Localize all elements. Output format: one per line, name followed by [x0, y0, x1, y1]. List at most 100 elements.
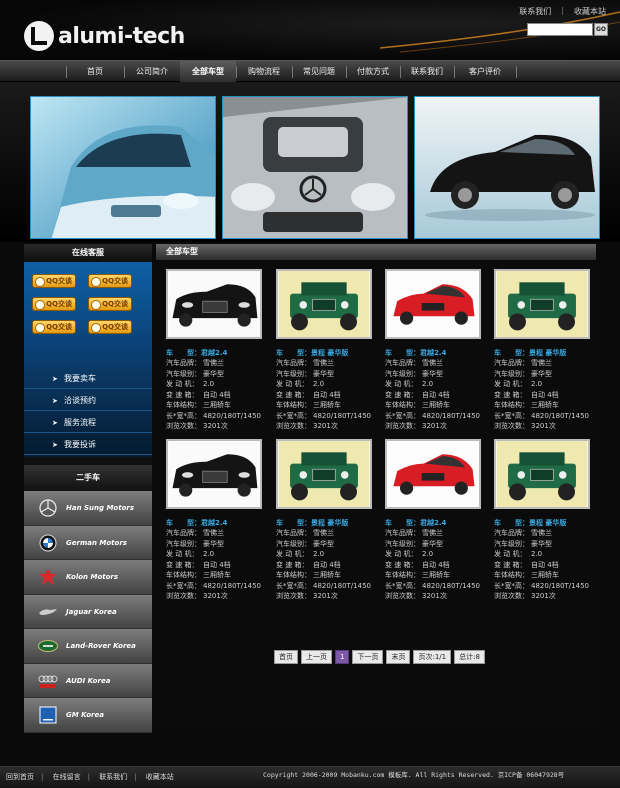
pager-page-info: 页次:1/1	[413, 650, 452, 664]
pager-current-page[interactable]: 1	[335, 650, 350, 664]
menu-item-service-process[interactable]: ➤ 服务流程	[24, 413, 152, 433]
qq-chat-button[interactable]: QQ交谈	[88, 274, 132, 288]
nav-item-faq[interactable]: 常见问题	[292, 61, 346, 83]
car-card[interactable]: 车 型：君越2.4 汽车品牌： 雪佛兰 汽车级别： 豪华型发 动 机： 2.0 变 速 箱：…	[166, 269, 266, 432]
spec-value: 4820/180T/1450	[313, 411, 371, 420]
pager-next[interactable]: 下一页	[352, 650, 384, 664]
banner-area	[0, 82, 620, 242]
spec-label: 汽车品牌：	[276, 359, 311, 367]
spec-label: 发 动 机：	[494, 380, 527, 388]
top-link-contact[interactable]: 联系我们	[519, 6, 551, 17]
qq-chat-button[interactable]: QQ交谈	[88, 297, 132, 311]
car-model[interactable]: 车 型：君越2.4	[166, 518, 266, 528]
nav-item-shopping-process[interactable]: 购物流程	[236, 61, 292, 83]
spec-label: 长*宽*高：	[385, 411, 420, 420]
qq-chat-button[interactable]: QQ交谈	[88, 320, 132, 334]
car-spec-row: 汽车级别： 豪华型	[166, 369, 266, 380]
car-model[interactable]: 车 型：景程 豪华版	[494, 348, 594, 358]
footer-link-bookmark[interactable]: 收藏本站	[146, 773, 174, 781]
car-spec-row: 浏览次数： 3201次	[166, 421, 266, 432]
car-thumbnail[interactable]	[385, 269, 481, 339]
car-thumbnail[interactable]	[166, 439, 262, 509]
spec-label: 变 速 箱：	[494, 560, 527, 569]
spec-label: 长*宽*高：	[494, 581, 529, 590]
spec-value: 三厢轿车	[531, 401, 559, 409]
footer-link-home[interactable]: 回到首页	[6, 773, 34, 781]
site-logo[interactable]: alumi-tech	[22, 18, 185, 54]
car-model[interactable]: 车 型：景程 豪华版	[494, 518, 594, 528]
brand-item-gm-korea[interactable]: GM Korea	[24, 698, 152, 733]
car-card[interactable]: 车 型：景程 豪华版 汽车品牌： 雪佛兰 汽车级别： 豪华型发 动 机： 2.0 变 速 箱…	[494, 439, 594, 602]
car-model[interactable]: 车 型：君越2.4	[385, 348, 485, 358]
car-card[interactable]: 车 型：君越2.4 汽车品牌： 雪佛兰 汽车级别： 豪华型发 动 机： 2.0 变 速 箱：…	[385, 439, 485, 602]
car-thumbnail[interactable]	[166, 269, 262, 339]
car-card[interactable]: 车 型：君越2.4 汽车品牌： 雪佛兰 汽车级别： 豪华型发 动 机： 2.0 变 速 箱：…	[385, 269, 485, 432]
qq-chat-button[interactable]: QQ交谈	[32, 297, 76, 311]
site-footer: 回到首页 | 在线留言 | 联系我们 | 收藏本站 Copyright 2006-20…	[0, 766, 620, 788]
car-spec-row: 汽车级别： 豪华型	[276, 369, 376, 380]
spec-value: 4820/180T/1450	[203, 411, 261, 420]
car-spec-row: 车体结构： 三厢轿车	[166, 570, 266, 581]
spec-label: 长*宽*高：	[166, 411, 201, 420]
top-link-bookmark[interactable]: 收藏本站	[574, 6, 606, 17]
car-thumbnail[interactable]	[494, 439, 590, 509]
spec-label: 汽车级别：	[385, 539, 420, 548]
menu-item-label: 洽谈预约	[64, 396, 96, 405]
search-input[interactable]	[527, 23, 593, 36]
logo-text: alumi-tech	[58, 23, 185, 49]
car-thumbnail[interactable]	[276, 439, 372, 509]
menu-item-complaint[interactable]: ➤ 我要投诉	[24, 435, 152, 455]
spec-value: 三厢轿车	[203, 571, 231, 579]
car-spec-row: 汽车级别： 豪华型	[276, 539, 376, 550]
car-model[interactable]: 车 型：君越2.4	[385, 518, 485, 528]
nav-item-reviews[interactable]: 客户评价	[454, 61, 516, 83]
car-card[interactable]: 车 型：君越2.4 汽车品牌： 雪佛兰 汽车级别： 豪华型发 动 机： 2.0 变 速 箱：…	[166, 439, 266, 602]
spec-label: 发 动 机：	[385, 550, 418, 558]
section-title: 全部车型	[156, 244, 596, 260]
car-card[interactable]: 车 型：景程 豪华版 汽车品牌： 雪佛兰 汽车级别： 豪华型发 动 机： 2.0 变 速 箱…	[494, 269, 594, 432]
menu-item-appointment[interactable]: ➤ 洽谈预约	[24, 391, 152, 411]
spec-value: 豪华型	[531, 369, 552, 378]
car-card[interactable]: 车 型：景程 豪华版 汽车品牌： 雪佛兰 汽车级别： 豪华型发 动 机： 2.0 变 速 箱…	[276, 439, 376, 602]
nav-item-home[interactable]: 首页	[66, 61, 124, 83]
car-thumbnail[interactable]	[494, 269, 590, 339]
car-model[interactable]: 车 型：景程 豪华版	[276, 348, 376, 358]
car-card[interactable]: 车 型：景程 豪华版 汽车品牌： 雪佛兰 汽车级别： 豪华型发 动 机： 2.0 变 速 箱…	[276, 269, 376, 432]
spec-value: 自动 4档	[422, 560, 450, 569]
brand-item-land-rover-korea[interactable]: Land-Rover Korea	[24, 629, 152, 664]
pager-last[interactable]: 末页	[386, 650, 411, 664]
brand-item-jaguar-korea[interactable]: Jaguar Korea	[24, 594, 152, 629]
pager-prev[interactable]: 上一页	[301, 650, 332, 664]
car-thumbnail[interactable]	[385, 439, 481, 509]
spec-label: 车体结构：	[276, 571, 311, 579]
search-go-button[interactable]: GO	[594, 23, 608, 36]
spec-label: 发 动 机：	[276, 380, 309, 388]
brand-item-german-motors[interactable]: German Motors	[24, 525, 152, 560]
nav-item-payment[interactable]: 付款方式	[346, 61, 400, 83]
nav-item-about[interactable]: 公司简介	[124, 61, 180, 83]
qq-chat-button[interactable]: QQ交谈	[32, 274, 76, 288]
menu-item-sell-car[interactable]: ➤ 我要卖车	[24, 369, 152, 389]
pager-first[interactable]: 首页	[274, 650, 298, 664]
spec-label: 发 动 机：	[385, 380, 418, 388]
brand-item-audi-korea[interactable]: AUDI Korea	[24, 663, 152, 698]
car-thumbnail[interactable]	[276, 269, 372, 339]
nav-item-contact[interactable]: 联系我们	[400, 61, 454, 83]
qq-chat-button[interactable]: QQ交谈	[32, 320, 76, 334]
car-model[interactable]: 车 型：景程 豪华版	[276, 518, 376, 528]
footer-link-message[interactable]: 在线留言	[53, 773, 81, 781]
spec-label: 长*宽*高：	[385, 581, 420, 590]
car-model[interactable]: 车 型：君越2.4	[166, 348, 266, 358]
car-spec-row: 浏览次数： 3201次	[166, 591, 266, 602]
pager-total: 总计:8	[454, 650, 485, 664]
main-content: 全部车型 车 型：君越2.4 汽车品牌： 雪佛兰 汽车级别： 豪华型发 动 机： 2.0 变…	[156, 244, 596, 728]
brand-item-han-sung[interactable]: Han Sung Motors	[24, 491, 152, 526]
spec-label: 汽车品牌：	[166, 359, 201, 367]
brand-item-kolon-motors[interactable]: Kolon Motors	[24, 560, 152, 595]
nav-item-all-models[interactable]: 全部车型	[180, 61, 236, 83]
footer-link-contact[interactable]: 联系我们	[99, 773, 127, 781]
spec-value: 三厢轿车	[203, 401, 231, 409]
car-spec-row: 汽车品牌： 雪佛兰	[494, 358, 594, 369]
spec-value: 雪佛兰	[313, 529, 334, 537]
spec-value: 3201次	[313, 422, 338, 430]
